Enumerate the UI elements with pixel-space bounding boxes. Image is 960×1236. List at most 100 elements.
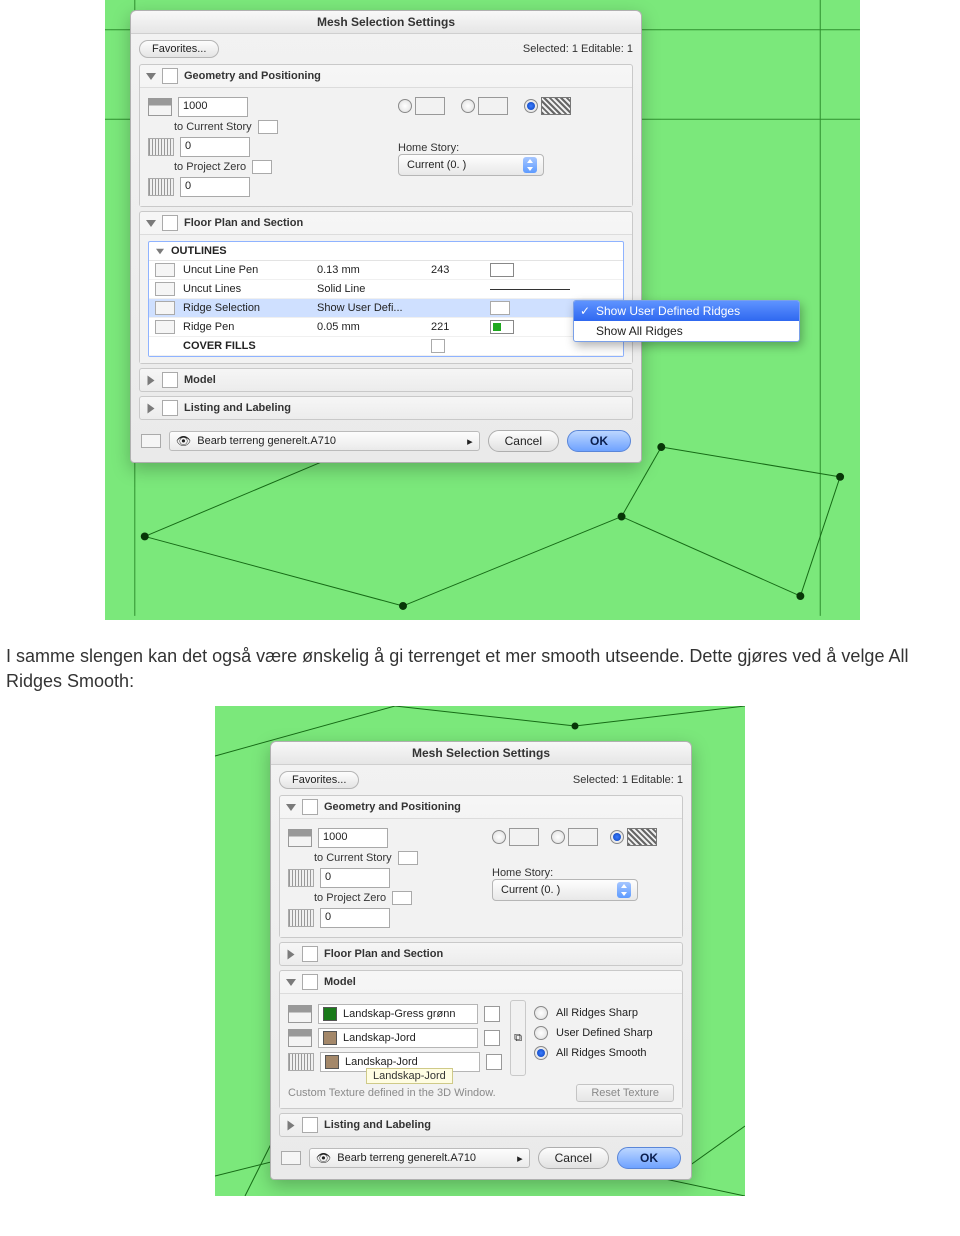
cancel-button[interactable]: Cancel bbox=[488, 430, 559, 452]
eye-icon: 👁 bbox=[316, 1151, 331, 1165]
section-header-model[interactable]: Model bbox=[280, 971, 682, 993]
flyout-icon[interactable] bbox=[258, 120, 278, 134]
section-header-geometry[interactable]: Geometry and Positioning bbox=[280, 796, 682, 818]
disclosure-triangle-icon[interactable] bbox=[156, 248, 164, 254]
line-type-preview[interactable] bbox=[490, 289, 570, 290]
disclosure-triangle-icon bbox=[286, 979, 296, 986]
outline-row-ridge-selection[interactable]: Ridge Selection Show User Defi... bbox=[149, 299, 623, 318]
disclosure-triangle-icon bbox=[146, 73, 156, 80]
ok-button[interactable]: OK bbox=[617, 1147, 681, 1169]
construction-method-radio-1[interactable] bbox=[492, 830, 506, 844]
flyout-icon[interactable] bbox=[392, 891, 412, 905]
favorites-button[interactable]: Favorites... bbox=[139, 40, 219, 58]
checkbox[interactable] bbox=[431, 339, 445, 353]
dropdown-option-all-ridges[interactable]: Show All Ridges bbox=[574, 321, 799, 341]
material-select-top[interactable]: Landskap-Gress grønn bbox=[318, 1004, 478, 1024]
home-story-value: Current (0. ) bbox=[501, 884, 560, 896]
chevron-right-icon: ▸ bbox=[467, 435, 473, 448]
material-popup-icon[interactable] bbox=[484, 1006, 500, 1022]
layer-name: Bearb terreng generelt.A710 bbox=[337, 1152, 476, 1164]
dropdown-trigger-icon[interactable] bbox=[490, 301, 510, 315]
construction-method-radio-2[interactable] bbox=[551, 830, 565, 844]
home-story-select[interactable]: Current (0. ) bbox=[492, 879, 638, 901]
section-header-listing[interactable]: Listing and Labeling bbox=[280, 1114, 682, 1136]
section-title: Geometry and Positioning bbox=[324, 801, 461, 813]
disclosure-triangle-icon bbox=[288, 1120, 295, 1130]
row-pen-number: 243 bbox=[431, 264, 486, 276]
layer-selector[interactable]: 👁 Bearb terreng generelt.A710 ▸ bbox=[169, 431, 480, 451]
section-header-geometry[interactable]: Geometry and Positioning bbox=[140, 65, 632, 87]
home-story-label: Home Story: bbox=[492, 867, 674, 879]
row-icon bbox=[155, 320, 175, 334]
flyout-icon[interactable] bbox=[252, 160, 272, 174]
layer-selector[interactable]: 👁 Bearb terreng generelt.A710 ▸ bbox=[309, 1148, 530, 1168]
floor-plan-icon bbox=[302, 946, 318, 962]
layer-icon bbox=[281, 1151, 301, 1165]
row-icon bbox=[155, 301, 175, 315]
listing-icon bbox=[302, 1117, 318, 1133]
cancel-button[interactable]: Cancel bbox=[538, 1147, 609, 1169]
thickness-input[interactable]: 1000 bbox=[178, 97, 248, 117]
material-popup-icon[interactable] bbox=[484, 1030, 500, 1046]
section-geometry: Geometry and Positioning 1000 to Current… bbox=[279, 795, 683, 938]
reset-texture-button[interactable]: Reset Texture bbox=[576, 1084, 674, 1102]
select-arrows-icon bbox=[617, 882, 631, 898]
construction-method-radio-3[interactable] bbox=[610, 830, 624, 844]
custom-texture-label: Custom Texture defined in the 3D Window. bbox=[288, 1087, 496, 1099]
home-story-label: Home Story: bbox=[398, 142, 624, 154]
pen-swatch[interactable] bbox=[490, 263, 514, 277]
dropdown-option-user-defined[interactable]: Show User Defined Ridges bbox=[574, 301, 799, 321]
link-materials-toggle[interactable]: ⧉ bbox=[510, 1000, 526, 1076]
project-zero-input[interactable]: 0 bbox=[320, 908, 390, 928]
dialog-title: Mesh Selection Settings bbox=[271, 742, 691, 765]
section-header-model[interactable]: Model bbox=[140, 369, 632, 391]
row-value: 0.05 mm bbox=[317, 321, 427, 333]
story-offset-input[interactable]: 0 bbox=[180, 137, 250, 157]
tooltip: Landskap-Jord bbox=[366, 1068, 453, 1084]
construction-method-radio-1[interactable] bbox=[398, 99, 412, 113]
section-header-floor-plan[interactable]: Floor Plan and Section bbox=[280, 943, 682, 965]
dropdown-option-label: Show User Defined Ridges bbox=[596, 304, 740, 318]
section-title: Floor Plan and Section bbox=[324, 948, 443, 960]
row-name: Uncut Lines bbox=[183, 283, 313, 295]
ridges-smooth-label: All Ridges Smooth bbox=[556, 1047, 647, 1059]
ok-button[interactable]: OK bbox=[567, 430, 631, 452]
outline-row[interactable]: Uncut Lines Solid Line bbox=[149, 280, 623, 299]
elevation-icon bbox=[148, 178, 174, 196]
section-title: Model bbox=[324, 976, 356, 988]
cover-fills-row[interactable]: COVER FILLS bbox=[149, 337, 623, 356]
construction-method-radio-3[interactable] bbox=[524, 99, 538, 113]
section-listing: Listing and Labeling bbox=[279, 1113, 683, 1137]
pen-swatch[interactable] bbox=[490, 320, 514, 334]
chevron-right-icon: ▸ bbox=[517, 1152, 523, 1165]
construction-method-radio-2[interactable] bbox=[461, 99, 475, 113]
material-name: Landskap-Gress grønn bbox=[343, 1008, 456, 1020]
mesh-settings-dialog: Mesh Selection Settings Favorites... Sel… bbox=[130, 10, 642, 463]
outline-row[interactable]: Ridge Pen 0.05 mm 221 bbox=[149, 318, 623, 337]
thickness-input[interactable]: 1000 bbox=[318, 828, 388, 848]
material-popup-icon[interactable] bbox=[486, 1054, 502, 1070]
mesh-settings-dialog-2: Mesh Selection Settings Favorites... Sel… bbox=[270, 741, 692, 1180]
to-current-story-label: to Current Story bbox=[314, 852, 392, 864]
disclosure-triangle-icon bbox=[148, 375, 155, 385]
body-paragraph: I samme slengen kan det også være ønskel… bbox=[0, 640, 960, 696]
material-swatch bbox=[323, 1031, 337, 1045]
ridges-smooth-radio[interactable] bbox=[534, 1046, 548, 1060]
story-offset-input[interactable]: 0 bbox=[320, 868, 390, 888]
geometry-icon bbox=[302, 799, 318, 815]
section-header-listing[interactable]: Listing and Labeling bbox=[140, 397, 632, 419]
section-title: Model bbox=[184, 374, 216, 386]
ridges-sharp-radio[interactable] bbox=[534, 1006, 548, 1020]
favorites-button[interactable]: Favorites... bbox=[279, 771, 359, 789]
to-project-zero-label: to Project Zero bbox=[314, 892, 386, 904]
home-story-select[interactable]: Current (0. ) bbox=[398, 154, 544, 176]
section-header-floor-plan[interactable]: Floor Plan and Section bbox=[140, 212, 632, 234]
cover-fills-label: COVER FILLS bbox=[183, 340, 313, 352]
outline-row[interactable]: Uncut Line Pen 0.13 mm 243 bbox=[149, 261, 623, 280]
project-zero-input[interactable]: 0 bbox=[180, 177, 250, 197]
material-select-side[interactable]: Landskap-Jord bbox=[318, 1028, 478, 1048]
dropdown-option-label: Show All Ridges bbox=[596, 324, 683, 338]
ridges-user-radio[interactable] bbox=[534, 1026, 548, 1040]
ridge-selection-dropdown: Show User Defined Ridges Show All Ridges bbox=[573, 300, 800, 342]
flyout-icon[interactable] bbox=[398, 851, 418, 865]
